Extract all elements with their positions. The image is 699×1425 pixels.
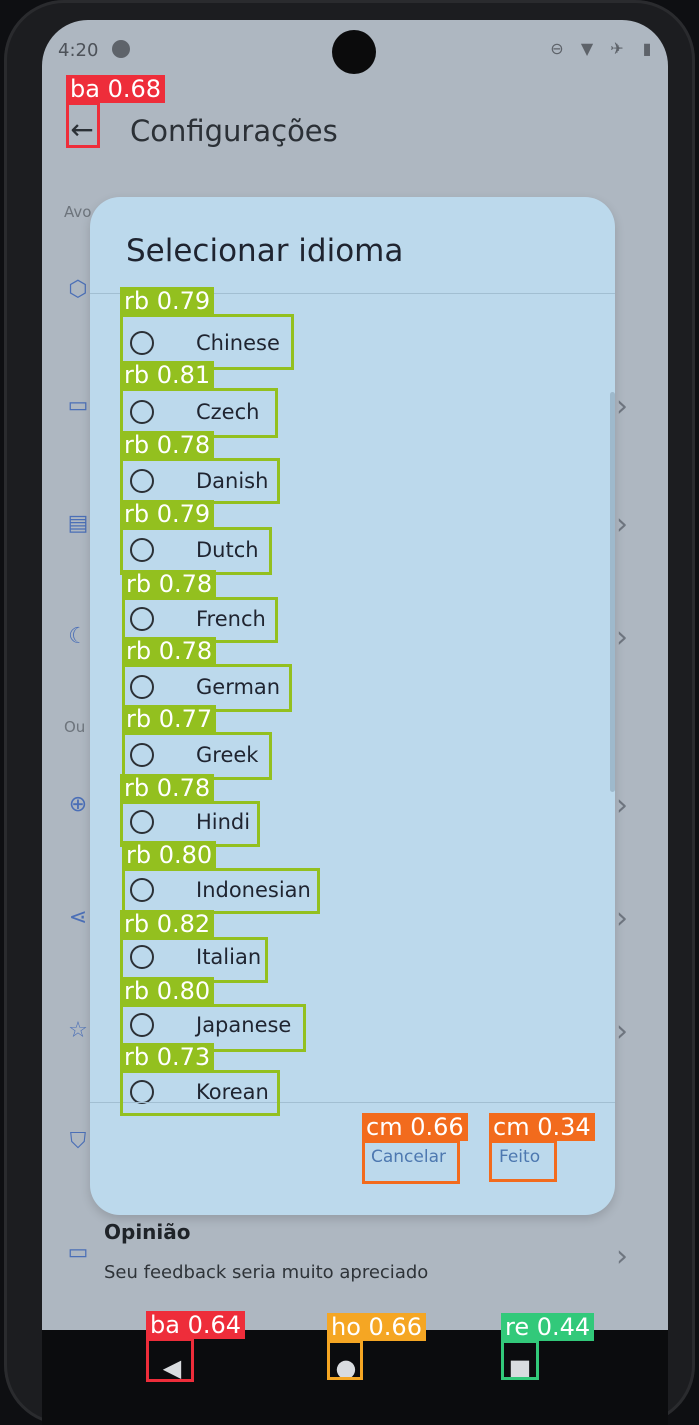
detection-box xyxy=(146,1338,194,1382)
detection-label: cm 0.66 xyxy=(362,1113,468,1141)
scrollbar[interactable] xyxy=(610,392,615,792)
section-label-2: Ou xyxy=(64,718,86,736)
feedback-subtitle: Seu feedback seria muito apreciado xyxy=(104,1262,429,1283)
detection-box xyxy=(120,527,272,575)
detection-box xyxy=(122,732,272,780)
detection-label: rb 0.79 xyxy=(120,500,215,528)
detection-label: cm 0.34 xyxy=(489,1113,595,1141)
status-icons: ⊖ ▼ ✈ ▮ xyxy=(548,40,656,58)
detection-box xyxy=(489,1140,557,1182)
detection-label: rb 0.81 xyxy=(120,361,215,389)
detection-label: rb 0.73 xyxy=(120,1043,215,1071)
share-icon: ⋖ xyxy=(68,905,88,930)
folder-lock-icon: ▭ xyxy=(67,393,89,418)
chevron-right-icon: › xyxy=(616,389,628,424)
chevron-right-icon: › xyxy=(616,1014,628,1049)
detection-label: rb 0.82 xyxy=(120,910,215,938)
detection-label: re 0.44 xyxy=(501,1313,595,1341)
detection-label: rb 0.78 xyxy=(120,774,215,802)
detection-label: rb 0.78 xyxy=(120,431,215,459)
detection-label: ba 0.68 xyxy=(66,75,166,103)
chat-icon: ▭ xyxy=(67,1240,89,1265)
wifi-icon: ▼ xyxy=(580,39,594,58)
detection-label: rb 0.78 xyxy=(122,637,217,665)
chevron-right-icon: › xyxy=(616,788,628,823)
detection-label: rb 0.79 xyxy=(120,287,215,315)
detection-label: rb 0.80 xyxy=(122,841,217,869)
section-label-1: Avo xyxy=(64,203,92,221)
detection-label: rb 0.77 xyxy=(122,705,217,733)
detection-box xyxy=(66,102,100,148)
app-bar: ← Configurações xyxy=(42,102,668,166)
chevron-right-icon: › xyxy=(616,507,628,542)
airplane-icon: ✈ xyxy=(610,39,624,58)
status-time: 4:20 xyxy=(58,40,99,61)
star-icon: ☆ xyxy=(68,1018,88,1043)
chevron-right-icon: › xyxy=(616,901,628,936)
detection-box xyxy=(501,1340,539,1380)
front-camera xyxy=(332,30,376,74)
do-not-disturb-icon: ⊖ xyxy=(550,39,564,58)
battery-icon: ▮ xyxy=(642,39,652,58)
detection-label: rb 0.80 xyxy=(120,977,215,1005)
detection-label: rb 0.78 xyxy=(122,570,217,598)
detection-box xyxy=(120,458,280,504)
media-playing-icon xyxy=(112,40,130,58)
shield-icon: ⛉ xyxy=(69,1129,87,1154)
detection-box xyxy=(327,1340,363,1380)
detection-label: ho 0.66 xyxy=(327,1313,426,1341)
detection-box xyxy=(362,1140,460,1184)
document-icon: ▤ xyxy=(67,511,89,536)
status-bar: 4:20 ⊖ ▼ ✈ ▮ xyxy=(42,20,668,82)
moon-icon: ☾ xyxy=(68,624,88,649)
chevron-right-icon: › xyxy=(616,620,628,655)
chevron-right-icon: › xyxy=(616,1239,628,1274)
dialog-title: Selecionar idioma xyxy=(126,233,404,269)
globe-icon: ⊕ xyxy=(68,792,88,817)
settings-gear-icon: ⬡ xyxy=(68,277,88,302)
detection-box xyxy=(122,868,320,914)
detection-box xyxy=(120,1070,280,1116)
detection-label: ba 0.64 xyxy=(146,1311,246,1339)
feedback-title: Opinião xyxy=(104,1220,191,1244)
page-title: Configurações xyxy=(130,114,338,148)
